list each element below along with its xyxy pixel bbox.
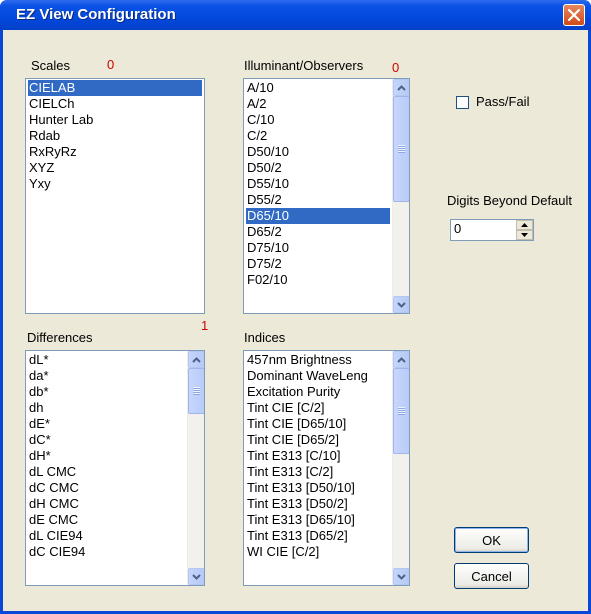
list-item[interactable]: D50/2 bbox=[246, 160, 390, 176]
list-item[interactable]: XYZ bbox=[28, 160, 202, 176]
list-item[interactable]: D55/10 bbox=[246, 176, 390, 192]
list-item[interactable]: dL CIE94 bbox=[28, 528, 185, 544]
list-item[interactable]: Tint E313 [D50/2] bbox=[246, 496, 390, 512]
title-bar[interactable]: EZ View Configuration bbox=[0, 0, 591, 30]
grip-icon bbox=[398, 145, 405, 153]
cancel-button[interactable]: Cancel bbox=[454, 563, 529, 589]
list-item[interactable]: WI CIE [C/2] bbox=[246, 544, 390, 560]
list-item[interactable]: Yxy bbox=[28, 176, 202, 192]
list-item[interactable]: dC CMC bbox=[28, 480, 185, 496]
list-item[interactable]: dH CMC bbox=[28, 496, 185, 512]
scroll-thumb[interactable] bbox=[188, 368, 204, 414]
list-item[interactable]: RxRyRz bbox=[28, 144, 202, 160]
list-item[interactable]: Tint E313 [D65/10] bbox=[246, 512, 390, 528]
digits-value: 0 bbox=[454, 221, 462, 236]
differences-label: Differences bbox=[27, 330, 93, 345]
illuminants-listbox[interactable]: A/10 A/2 C/10 C/2 D50/10 D50/2 D55/10 D55/2 D65/… bbox=[243, 78, 410, 314]
indices-listbox[interactable]: 457nm Brightness Dominant WaveLeng Excitat… bbox=[243, 350, 410, 586]
chevron-down-icon bbox=[397, 573, 406, 580]
close-button[interactable] bbox=[563, 4, 585, 26]
list-item[interactable]: dh bbox=[28, 400, 185, 416]
list-item[interactable]: Tint E313 [D50/10] bbox=[246, 480, 390, 496]
close-icon bbox=[568, 9, 580, 21]
scroll-thumb[interactable] bbox=[393, 96, 409, 202]
scroll-down-button[interactable] bbox=[393, 296, 409, 313]
illuminants-scrollbar[interactable] bbox=[392, 79, 409, 313]
scroll-down-button[interactable] bbox=[188, 568, 204, 585]
list-item[interactable]: D55/2 bbox=[246, 192, 390, 208]
list-item[interactable]: 457nm Brightness bbox=[246, 352, 390, 368]
list-item[interactable]: D65/10 bbox=[246, 208, 390, 224]
list-item[interactable]: F02/10 bbox=[246, 272, 390, 288]
scales-label: Scales bbox=[31, 58, 71, 73]
chevron-up-icon bbox=[397, 356, 406, 363]
list-item[interactable]: dH* bbox=[28, 448, 185, 464]
grip-icon bbox=[398, 407, 405, 415]
list-item[interactable]: dC CIE94 bbox=[28, 544, 185, 560]
list-item[interactable]: Excitation Purity bbox=[246, 384, 390, 400]
list-item[interactable]: D75/2 bbox=[246, 256, 390, 272]
list-item[interactable]: dE CMC bbox=[28, 512, 185, 528]
grip-icon bbox=[193, 387, 200, 395]
list-item[interactable]: C/2 bbox=[246, 128, 390, 144]
list-item[interactable]: dL* bbox=[28, 352, 185, 368]
chevron-up-icon bbox=[397, 84, 406, 91]
list-item[interactable]: D75/10 bbox=[246, 240, 390, 256]
list-item[interactable]: Hunter Lab bbox=[28, 112, 202, 128]
scales-listbox[interactable]: CIELAB CIELCh Hunter Lab Rdab RxRyRz XYZ Yxy bbox=[25, 78, 205, 314]
arrow-down-icon bbox=[521, 233, 528, 237]
window-title: EZ View Configuration bbox=[16, 6, 176, 23]
pass-fail-label: Pass/Fail bbox=[476, 94, 530, 109]
illuminants-count: 0 bbox=[392, 60, 400, 75]
list-item[interactable]: Rdab bbox=[28, 128, 202, 144]
list-item[interactable]: CIELCh bbox=[28, 96, 202, 112]
list-item[interactable]: Tint E313 [D65/2] bbox=[246, 528, 390, 544]
indices-label: Indices bbox=[244, 330, 286, 345]
list-item[interactable]: Tint CIE [D65/2] bbox=[246, 432, 390, 448]
list-item[interactable]: Tint E313 [C/2] bbox=[246, 464, 390, 480]
differences-scrollbar[interactable] bbox=[187, 351, 204, 585]
list-item[interactable]: Tint CIE [C/2] bbox=[246, 400, 390, 416]
scales-count: 0 bbox=[107, 57, 115, 72]
list-item[interactable]: A/2 bbox=[246, 96, 390, 112]
illuminants-label: Illuminant/Observers bbox=[244, 58, 364, 73]
differences-listbox[interactable]: dL* da* db* dh dE* dC* dH* dL CMC dC CMC dH CMC dE… bbox=[25, 350, 205, 586]
chevron-down-icon bbox=[192, 573, 201, 580]
scroll-up-button[interactable] bbox=[393, 79, 409, 96]
list-item[interactable]: Tint CIE [D65/10] bbox=[246, 416, 390, 432]
list-item[interactable]: da* bbox=[28, 368, 185, 384]
digits-stepper[interactable]: 0 bbox=[450, 219, 534, 241]
digits-decrement-button[interactable] bbox=[516, 230, 533, 240]
scroll-thumb[interactable] bbox=[393, 368, 409, 454]
digits-label: Digits Beyond Default bbox=[447, 193, 573, 208]
scroll-down-button[interactable] bbox=[393, 568, 409, 585]
list-item[interactable]: dE* bbox=[28, 416, 185, 432]
dialog-window: EZ View Configuration Scales 0 CIELAB CIE… bbox=[0, 0, 591, 614]
scroll-up-button[interactable] bbox=[393, 351, 409, 368]
list-item[interactable]: Tint E313 [C/10] bbox=[246, 448, 390, 464]
ok-button[interactable]: OK bbox=[454, 527, 529, 553]
scroll-up-button[interactable] bbox=[188, 351, 204, 368]
list-item[interactable]: db* bbox=[28, 384, 185, 400]
indices-scrollbar[interactable] bbox=[392, 351, 409, 585]
list-item[interactable]: CIELAB bbox=[28, 80, 202, 96]
list-item[interactable]: D65/2 bbox=[246, 224, 390, 240]
pass-fail-checkbox[interactable] bbox=[456, 96, 469, 109]
digits-increment-button[interactable] bbox=[516, 220, 533, 230]
list-item[interactable]: C/10 bbox=[246, 112, 390, 128]
dialog-body: Scales 0 CIELAB CIELCh Hunter Lab Rdab RxRyR… bbox=[3, 30, 588, 611]
list-item[interactable]: dL CMC bbox=[28, 464, 185, 480]
list-item[interactable]: A/10 bbox=[246, 80, 390, 96]
list-item[interactable]: D50/10 bbox=[246, 144, 390, 160]
arrow-up-icon bbox=[521, 223, 528, 227]
differences-count: 1 bbox=[201, 318, 209, 333]
chevron-up-icon bbox=[192, 356, 201, 363]
list-item[interactable]: Dominant WaveLeng bbox=[246, 368, 390, 384]
list-item[interactable]: dC* bbox=[28, 432, 185, 448]
chevron-down-icon bbox=[397, 301, 406, 308]
